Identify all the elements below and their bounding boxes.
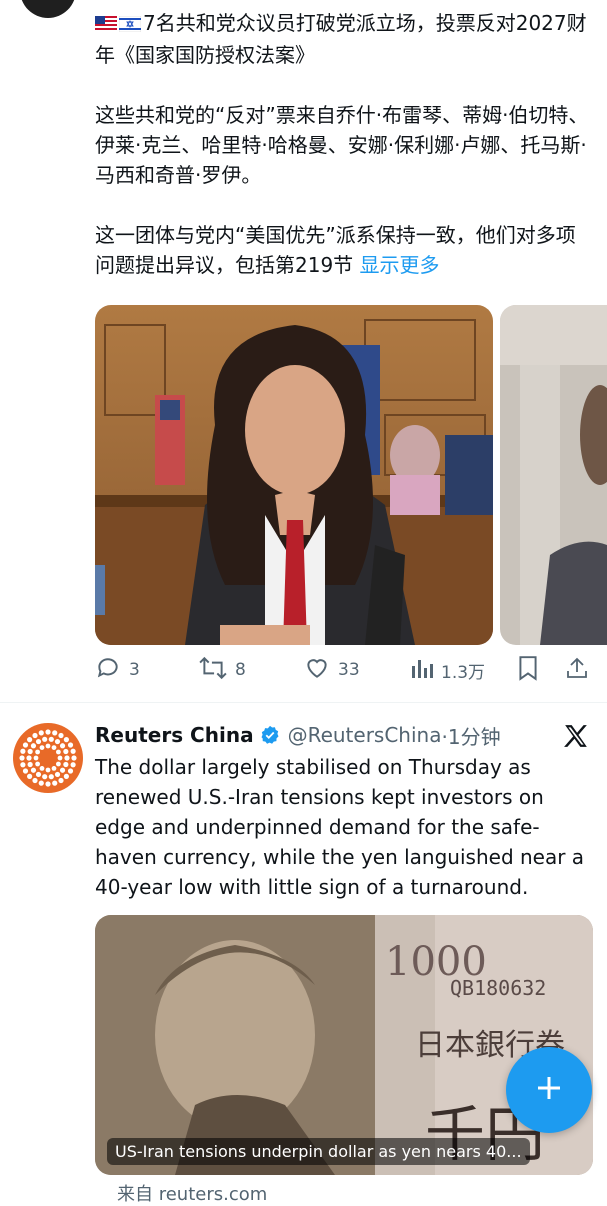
tweet-headline: 7名共和党众议员打破党派立场，投票反对2027财年《国家国防授权法案》 — [95, 11, 587, 67]
share-button[interactable] — [565, 655, 589, 685]
like-count: 33 — [338, 660, 360, 680]
tweet-divider — [0, 702, 607, 703]
tweet-author-line: Reuters China @ReutersChina ·1分钟 — [95, 720, 501, 750]
views-button[interactable]: 1.3万 — [411, 655, 485, 685]
author-handle[interactable]: @ReutersChina — [288, 723, 442, 747]
show-more-link[interactable]: 显示更多 — [360, 253, 440, 277]
bookmark-icon — [517, 655, 539, 686]
reuters-avatar[interactable] — [13, 723, 83, 793]
views-icon — [411, 656, 433, 685]
like-button[interactable]: 33 — [304, 655, 360, 685]
bookmark-button[interactable] — [517, 655, 539, 685]
share-icon — [565, 655, 589, 686]
reply-button[interactable]: 3 — [95, 655, 140, 685]
plus-icon — [534, 1073, 564, 1107]
repost-button[interactable]: 8 — [199, 655, 246, 685]
repost-icon — [199, 655, 227, 686]
tweet-photo-second[interactable] — [500, 305, 607, 645]
link-card-caption: US-Iran tensions underpin dollar as yen … — [107, 1138, 530, 1165]
tweet-time: ·1分钟 — [441, 724, 501, 749]
author-name[interactable]: Reuters China — [95, 723, 254, 747]
banknote-serial: QB180632 — [450, 976, 546, 1000]
like-icon — [304, 655, 330, 686]
views-count: 1.3万 — [441, 662, 486, 683]
link-card-image[interactable]: 1000 QB180632 日本銀行券 千円 US-Iran tensions … — [95, 915, 593, 1175]
tweet-text: 7名共和党众议员打破党派立场，投票反对2027财年《国家国防授权法案》 这些共和… — [95, 8, 595, 280]
tweet-text: The dollar largely stabilised on Thursda… — [95, 755, 585, 899]
us-flag-icon — [95, 10, 117, 40]
previous-tweet-avatar[interactable] — [20, 0, 76, 18]
x-logo-icon — [563, 723, 589, 749]
link-source[interactable]: 来自 reuters.com — [117, 1180, 267, 1206]
compose-button[interactable] — [506, 1047, 592, 1133]
israel-flag-icon — [118, 10, 142, 40]
repost-count: 8 — [235, 660, 246, 680]
reply-icon — [95, 655, 121, 686]
verified-badge-icon — [260, 725, 280, 745]
tweet-action-bar: 3 8 33 1.3万 — [95, 655, 595, 685]
tweet-paragraph: 这些共和党的“反对”票来自乔什·布雷琴、蒂姆·伯切特、伊莱·克兰、哈里特·哈格曼… — [95, 103, 589, 187]
reply-count: 3 — [129, 660, 140, 680]
tweet-paragraph: 这一团体与党内“美国优先”派系保持一致，他们对多项问题提出异议，包括第219节 — [95, 223, 576, 277]
tweet-photo-woman[interactable] — [95, 305, 493, 645]
